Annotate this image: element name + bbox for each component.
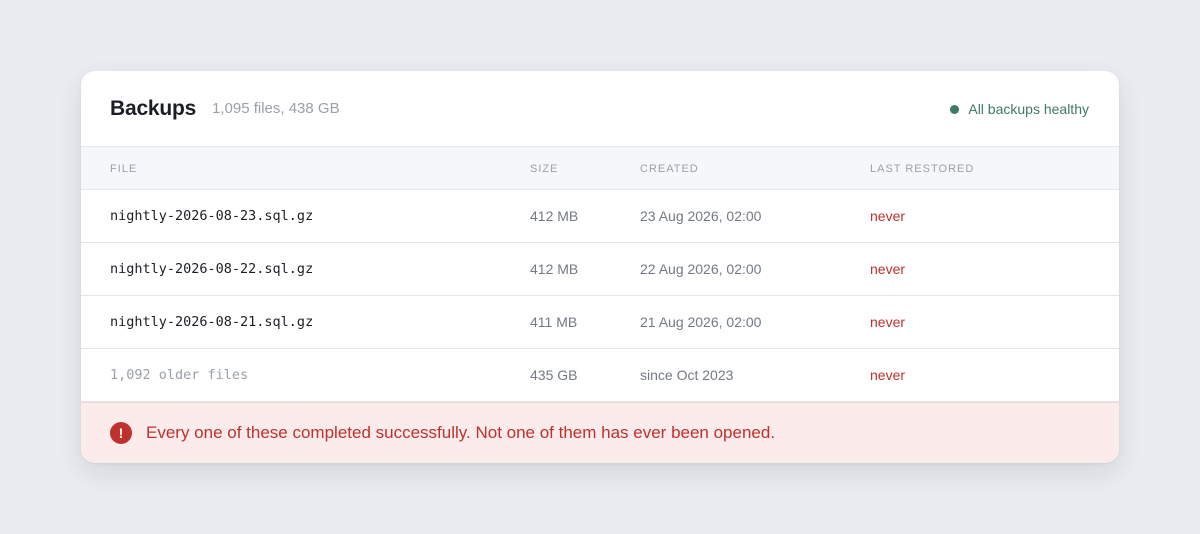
- last-restored: never: [870, 208, 906, 224]
- column-header-created: CREATED: [640, 163, 699, 175]
- card-header: Backups 1,095 files, 438 GB All backups …: [81, 71, 1119, 147]
- alert-icon: !: [110, 422, 132, 444]
- table-row-older-files[interactable]: 1,092 older files 435 GB since Oct 2023 …: [81, 349, 1119, 402]
- created-date: 21 Aug 2026, 02:00: [640, 314, 762, 330]
- column-header-size: SIZE: [530, 163, 559, 175]
- created-date: 23 Aug 2026, 02:00: [640, 208, 762, 224]
- warning-message: Every one of these completed successfull…: [146, 423, 776, 442]
- health-status: All backups healthy: [950, 101, 1089, 117]
- table-header: FILE SIZE CREATED LAST RESTORED: [81, 147, 1119, 190]
- file-name: nightly-2026-08-21.sql.gz: [110, 314, 314, 330]
- column-header-last-restored: LAST RESTORED: [870, 163, 975, 175]
- file-size: 411 MB: [530, 314, 578, 330]
- file-size: 435 GB: [530, 367, 578, 383]
- file-size: 412 MB: [530, 208, 579, 224]
- last-restored: never: [870, 367, 906, 383]
- backups-card: Backups 1,095 files, 438 GB All backups …: [81, 71, 1119, 463]
- health-status-label: All backups healthy: [968, 101, 1089, 117]
- last-restored: never: [870, 314, 906, 330]
- file-name: nightly-2026-08-23.sql.gz: [110, 208, 314, 224]
- file-name: nightly-2026-08-22.sql.gz: [110, 261, 314, 277]
- table-row[interactable]: nightly-2026-08-21.sql.gz 411 MB 21 Aug …: [81, 296, 1119, 349]
- table-row[interactable]: nightly-2026-08-22.sql.gz 412 MB 22 Aug …: [81, 243, 1119, 296]
- created-date: since Oct 2023: [640, 367, 734, 383]
- status-dot-icon: [950, 104, 960, 114]
- file-size: 412 MB: [530, 261, 579, 277]
- created-date: 22 Aug 2026, 02:00: [640, 261, 762, 277]
- column-header-file: FILE: [110, 163, 138, 175]
- last-restored: never: [870, 261, 906, 277]
- warning-banner: ! Every one of these completed successfu…: [81, 402, 1119, 463]
- table-row[interactable]: nightly-2026-08-23.sql.gz 412 MB 23 Aug …: [81, 190, 1119, 243]
- older-files-label: 1,092 older files: [110, 367, 249, 383]
- backup-summary: 1,095 files, 438 GB: [212, 100, 340, 117]
- page-title: Backups: [110, 97, 197, 120]
